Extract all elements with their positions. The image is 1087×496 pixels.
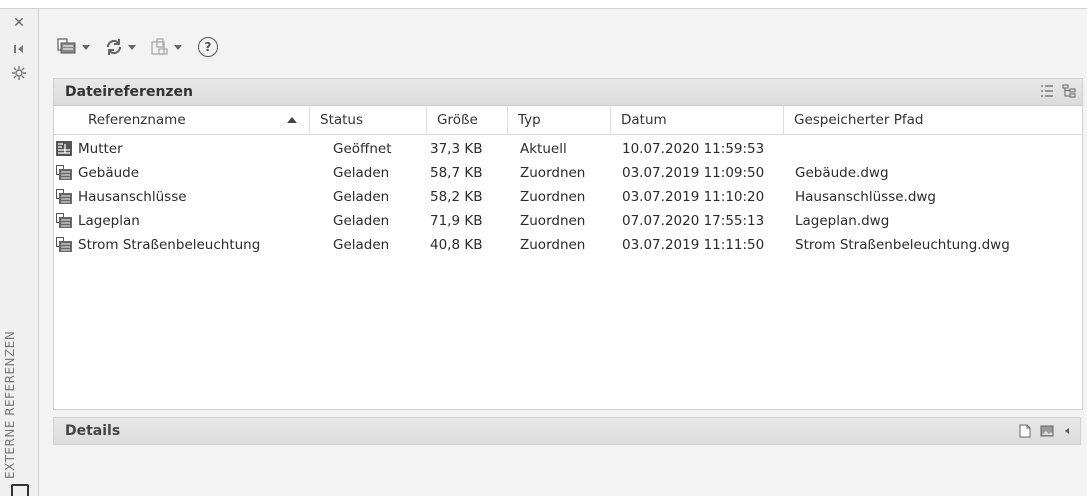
collapse-icon[interactable] xyxy=(1062,424,1072,438)
attach-dwg-icon xyxy=(57,38,76,54)
reference-date: 03.07.2019 11:10:20 xyxy=(622,189,765,205)
xref-drawing-icon xyxy=(56,233,78,257)
reference-size: 40,8 KB xyxy=(430,237,483,253)
column-header-datum[interactable]: Datum xyxy=(611,106,784,134)
column-label: Größe xyxy=(437,112,478,128)
column-label: Typ xyxy=(518,112,541,128)
reference-status: Geladen xyxy=(333,189,390,205)
clip-icon xyxy=(11,484,29,496)
column-header-status[interactable]: Status xyxy=(310,106,427,134)
reference-status: Geladen xyxy=(333,165,390,181)
reference-path: Hausanschlüsse.dwg xyxy=(795,189,937,205)
column-header-referenzname[interactable]: Referenzname xyxy=(54,106,310,134)
change-path-button[interactable] xyxy=(148,35,190,59)
reference-size: 58,7 KB xyxy=(430,165,483,181)
reference-path: Strom Straßenbeleuchtung.dwg xyxy=(795,237,1010,253)
reference-path: Gebäude.dwg xyxy=(795,165,889,181)
tree-view-icon[interactable] xyxy=(1062,84,1076,98)
reference-name: Lageplan xyxy=(78,213,140,229)
host-drawing-icon xyxy=(56,137,78,161)
auto-hide-icon[interactable] xyxy=(11,41,27,57)
help-icon[interactable]: ? xyxy=(198,37,218,57)
attach-dwg-button[interactable] xyxy=(54,35,98,59)
sort-ascending-icon xyxy=(287,117,297,123)
column-header-row: Referenzname Status Größe Typ Datum Gesp… xyxy=(54,106,1082,135)
table-row[interactable]: Mutter Geöffnet 37,3 KB Aktuell 10.07.20… xyxy=(54,137,1082,161)
details-title: Details xyxy=(65,423,121,439)
reference-list: Mutter Geöffnet 37,3 KB Aktuell 10.07.20… xyxy=(54,135,1082,257)
reference-size: 71,9 KB xyxy=(430,213,483,229)
preview-icon[interactable] xyxy=(1040,424,1054,438)
reference-size: 58,2 KB xyxy=(430,189,483,205)
palette-title: EXTERNE REFERENZEN xyxy=(3,330,17,479)
reference-status: Geöffnet xyxy=(333,141,392,157)
refresh-button[interactable] xyxy=(102,35,144,59)
chevron-down-icon[interactable] xyxy=(82,44,90,50)
file-references-panel: Dateireferenzen Referenzname Status Größ… xyxy=(53,78,1083,410)
column-header-groesse[interactable]: Größe xyxy=(427,106,508,134)
table-row[interactable]: Strom Straßenbeleuchtung Geladen 40,8 KB… xyxy=(54,233,1082,257)
reference-date: 03.07.2019 11:11:50 xyxy=(622,237,765,253)
properties-icon[interactable] xyxy=(11,65,27,81)
list-view-icon[interactable] xyxy=(1040,84,1054,98)
change-path-icon xyxy=(151,38,168,55)
column-label: Status xyxy=(320,112,364,128)
reference-date: 07.07.2020 17:55:13 xyxy=(622,213,765,229)
xref-drawing-icon xyxy=(56,161,78,185)
reference-name: Strom Straßenbeleuchtung xyxy=(78,237,261,253)
column-header-gespeicherter-pfad[interactable]: Gespeicherter Pfad xyxy=(784,106,1082,134)
panel-title: Dateireferenzen xyxy=(65,84,194,100)
table-row[interactable]: Lageplan Geladen 71,9 KB Zuordnen 07.07.… xyxy=(54,209,1082,233)
chevron-down-icon[interactable] xyxy=(128,44,136,50)
palette-side-strip: ✕ EXTERNE REFERENZEN xyxy=(0,9,39,496)
reference-size: 37,3 KB xyxy=(430,141,483,157)
toolbar: ? xyxy=(54,33,218,61)
column-label: Gespeicherter Pfad xyxy=(794,112,924,128)
reference-name: Mutter xyxy=(78,141,123,157)
table-row[interactable]: Gebäude Geladen 58,7 KB Zuordnen 03.07.2… xyxy=(54,161,1082,185)
details-panel[interactable]: Details xyxy=(53,417,1081,445)
column-label: Referenzname xyxy=(88,112,186,128)
reference-type: Aktuell xyxy=(520,141,567,157)
reference-name: Hausanschlüsse xyxy=(78,189,187,205)
reference-type: Zuordnen xyxy=(520,237,586,253)
reference-date: 10.07.2020 11:59:53 xyxy=(622,141,765,157)
close-icon[interactable]: ✕ xyxy=(11,15,27,31)
details-icon[interactable] xyxy=(1018,424,1032,438)
table-row[interactable]: Hausanschlüsse Geladen 58,2 KB Zuordnen … xyxy=(54,185,1082,209)
xref-drawing-icon xyxy=(56,209,78,233)
panel-header: Dateireferenzen xyxy=(54,79,1082,106)
xref-drawing-icon xyxy=(56,185,78,209)
reference-type: Zuordnen xyxy=(520,189,586,205)
reference-name: Gebäude xyxy=(78,165,140,181)
chevron-down-icon[interactable] xyxy=(174,44,182,50)
xref-palette: ✕ EXTERNE REFERENZEN ? Dateireferenzen R… xyxy=(0,8,1087,496)
reference-date: 03.07.2019 11:09:50 xyxy=(622,165,765,181)
column-label: Datum xyxy=(621,112,667,128)
reference-status: Geladen xyxy=(333,237,390,253)
reference-path: Lageplan.dwg xyxy=(795,213,890,229)
reference-status: Geladen xyxy=(333,213,390,229)
column-header-typ[interactable]: Typ xyxy=(508,106,611,134)
reference-type: Zuordnen xyxy=(520,165,586,181)
refresh-icon xyxy=(106,39,122,55)
reference-type: Zuordnen xyxy=(520,213,586,229)
